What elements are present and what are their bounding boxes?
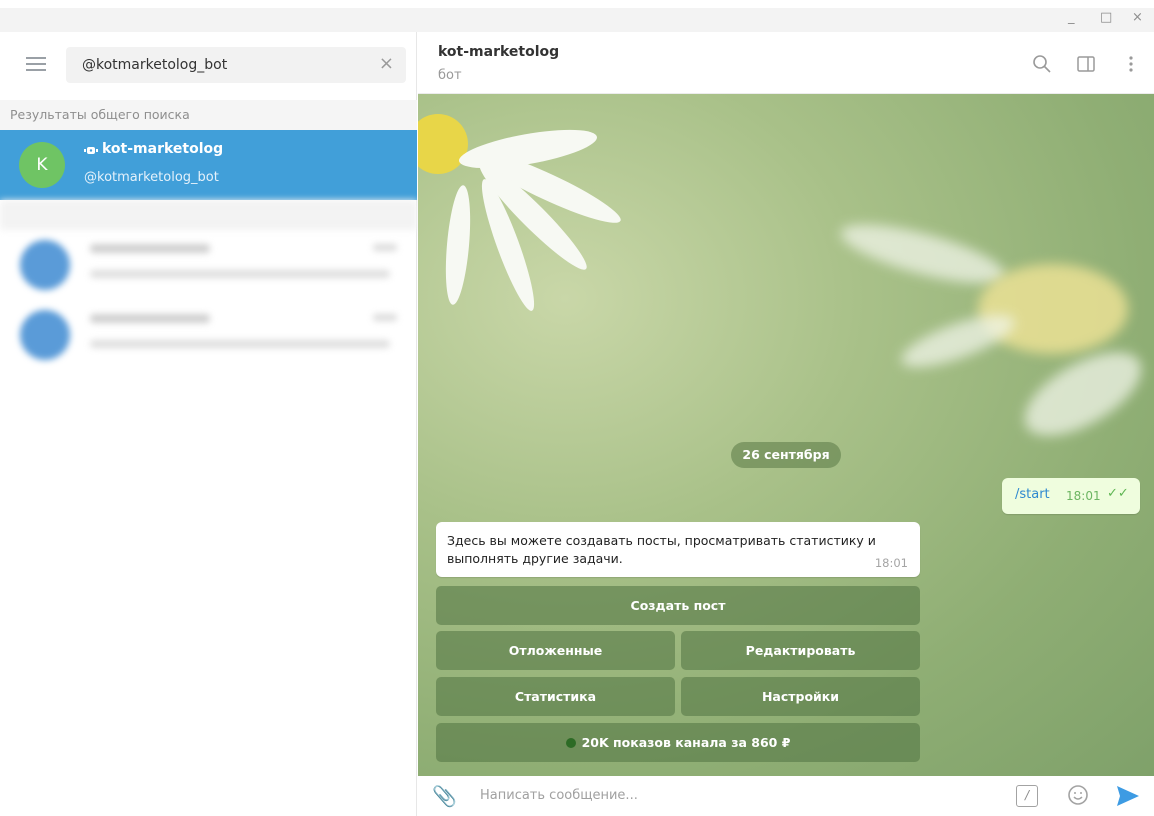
attach-icon[interactable]: 📎 [432, 784, 457, 808]
outgoing-message-time: 18:01 [1066, 489, 1101, 503]
avatar: K [19, 142, 65, 188]
message-composer: 📎 Написать сообщение... / [418, 776, 1154, 816]
chat-subtitle: бот [438, 68, 462, 83]
search-input-value: @kotmarketolog_bot [82, 57, 228, 73]
incoming-message-text: Здесь вы можете создавать посты, просмат… [447, 533, 876, 566]
blurred-results [0, 200, 417, 410]
read-check-icon: ✓✓ [1107, 486, 1129, 501]
outgoing-message[interactable]: /start 18:01 ✓✓ [1002, 478, 1140, 514]
result-name: kot-marketolog [102, 141, 224, 157]
section-header: Результаты общего поиска [0, 100, 417, 130]
chat-title: kot-marketolog [438, 44, 560, 60]
command-icon[interactable]: / [1016, 785, 1038, 807]
promo-dot-icon [565, 738, 576, 748]
chat-background: 26 сентября /start 18:01 ✓✓ Здесь вы мож… [418, 94, 1154, 776]
emoji-icon[interactable] [1066, 783, 1090, 807]
send-icon[interactable] [1115, 783, 1141, 809]
more-icon[interactable] [1121, 54, 1141, 74]
list-item [0, 300, 417, 370]
minimize-button[interactable]: _ [1068, 10, 1075, 25]
settings-button[interactable]: Настройки [681, 677, 920, 716]
sidebar: @kotmarketolog_bot × Результаты общего п… [0, 32, 417, 816]
message-input[interactable]: Написать сообщение... [480, 788, 638, 803]
sidebar-toggle-icon[interactable] [1076, 54, 1096, 74]
title-bar [0, 8, 1154, 32]
result-handle: @kotmarketolog_bot [84, 170, 219, 185]
outgoing-message-text[interactable]: /start [1015, 487, 1050, 502]
chat-panel: kot-marketolog бот 26 сентября /start 18… [418, 32, 1154, 816]
scheduled-button[interactable]: Отложенные [436, 631, 675, 670]
date-separator: 26 сентября [731, 442, 841, 468]
incoming-message-time: 18:01 [874, 556, 908, 570]
bot-icon [84, 147, 98, 154]
incoming-message[interactable]: Здесь вы можете создавать посты, просмат… [436, 522, 920, 577]
close-window-button[interactable]: × [1132, 10, 1143, 25]
list-item [0, 230, 417, 300]
search-icon[interactable] [1032, 54, 1052, 74]
close-icon[interactable]: × [379, 53, 394, 74]
section-label: Результаты общего поиска [10, 107, 190, 122]
edit-button[interactable]: Редактировать [681, 631, 920, 670]
promo-button[interactable]: 20K показов канала за 860 ₽ [436, 723, 920, 762]
stats-button[interactable]: Статистика [436, 677, 675, 716]
search-input[interactable]: @kotmarketolog_bot × [66, 47, 406, 83]
menu-icon[interactable] [26, 57, 48, 71]
search-result-item[interactable]: K kot-marketolog @kotmarketolog_bot [0, 130, 417, 200]
create-post-button[interactable]: Создать пост [436, 586, 920, 625]
promo-label: 20K показов канала за 860 ₽ [581, 735, 791, 750]
telegram-window: _ □ × @kotmarketolog_bot × Результаты об… [0, 0, 1154, 816]
maximize-button[interactable]: □ [1100, 10, 1112, 25]
chat-header[interactable]: kot-marketolog бот [418, 32, 1154, 94]
